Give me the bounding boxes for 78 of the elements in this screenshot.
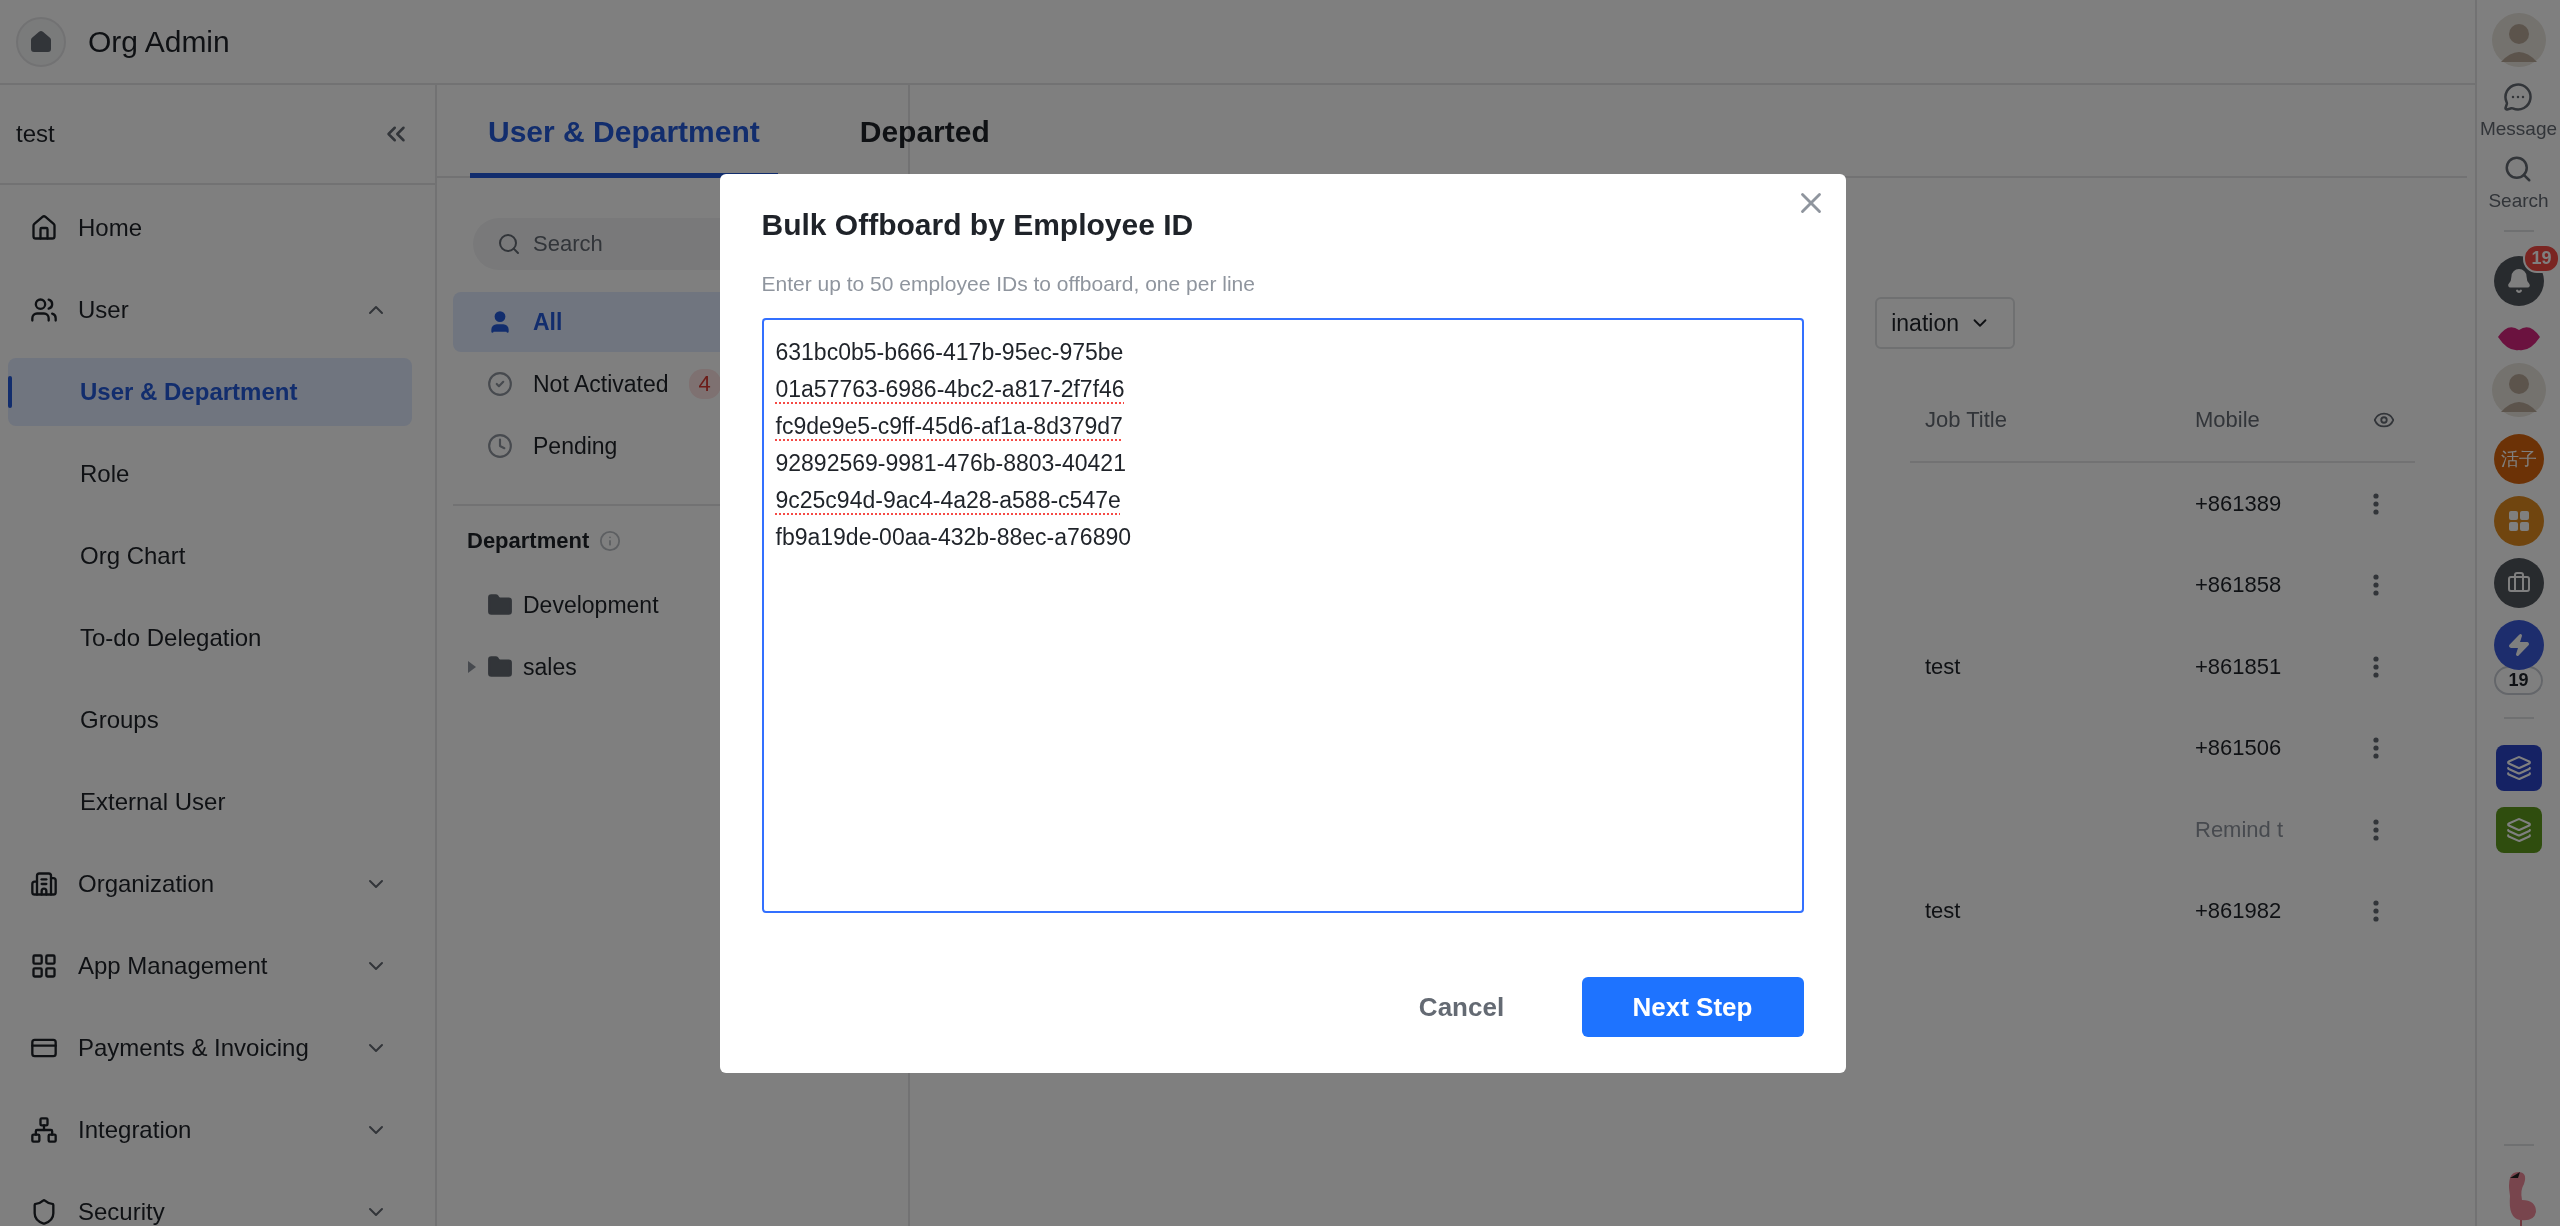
next-step-button[interactable]: Next Step xyxy=(1581,977,1804,1037)
blocks-app-button[interactable] xyxy=(2495,745,2542,791)
search-icon xyxy=(497,232,521,256)
filter-label: Pending xyxy=(533,432,618,460)
more-icon xyxy=(2373,655,2379,678)
more-icon xyxy=(2373,900,2379,923)
layers-icon xyxy=(2505,817,2532,843)
nav-item[interactable]: Home xyxy=(8,194,412,262)
blocks-app-button[interactable] xyxy=(2495,807,2542,853)
org-name: test xyxy=(16,120,55,148)
nav-item[interactable]: App Management xyxy=(8,932,412,1000)
more-icon xyxy=(2373,818,2379,841)
nav-item[interactable]: Payments & Invoicing xyxy=(8,1014,412,1082)
cancel-button[interactable]: Cancel xyxy=(1371,977,1552,1037)
avatar-icon[interactable] xyxy=(2490,362,2547,418)
nav-item[interactable]: Role xyxy=(8,440,412,508)
dock-label: Search xyxy=(2488,190,2549,212)
table-cell-text: +861982 xyxy=(2195,898,2283,925)
dock-label: Message xyxy=(2479,118,2558,140)
folder-icon xyxy=(487,654,513,680)
users-icon xyxy=(30,296,58,324)
table-cell-text: +861851 xyxy=(2195,653,2283,680)
folder-icon xyxy=(487,592,513,618)
nav-item[interactable]: Organization xyxy=(8,850,412,918)
table-cell-text: +861858 xyxy=(2195,572,2283,599)
grid-icon xyxy=(2506,509,2531,533)
workspace-button[interactable]: 活子 xyxy=(2493,434,2544,484)
more-icon xyxy=(2373,492,2379,515)
filter-label: Not Activated xyxy=(533,370,669,398)
notification-badge: 19 xyxy=(2523,244,2560,273)
clock-icon xyxy=(487,433,513,459)
nav-item[interactable]: User xyxy=(8,276,412,344)
column-header: Mobile xyxy=(2195,407,2261,433)
tree-label: sales xyxy=(523,653,577,681)
home-button[interactable] xyxy=(16,16,66,67)
chat-icon xyxy=(2503,82,2534,112)
building-icon xyxy=(30,870,58,898)
avatar-icon[interactable] xyxy=(2490,12,2547,68)
caret-icon[interactable] xyxy=(467,661,477,673)
nav-item[interactable]: Integration xyxy=(8,1096,412,1164)
remind-text: Remind t xyxy=(2195,816,2285,843)
dock-button[interactable]: Message xyxy=(2479,82,2558,140)
home-icon xyxy=(29,29,53,54)
nav-item[interactable]: Org Chart xyxy=(8,522,412,590)
app-title: Org Admin xyxy=(88,24,230,59)
tree-label: Development xyxy=(523,591,659,619)
employee-id-field[interactable]: 631bc0b5-b666-417b-95ec-975be 01a57763-6986-4bc2-a817-2f7f46 fc9de9e5-c9ff-45d6-af1a-8d379d7 92892569-9981-476b-8803-40421 9c25c94d-9ac4-4a28-a588-c547e fb9a19de-00aa-432b-88ec-a76890 xyxy=(761,318,1804,913)
nav-item[interactable]: Security xyxy=(8,1178,412,1226)
department-heading: Department xyxy=(467,528,590,554)
home-icon xyxy=(30,214,58,242)
nav-item[interactable]: External User xyxy=(8,768,412,836)
table-cell-text: test xyxy=(1925,653,1962,680)
briefcase-icon xyxy=(2506,571,2531,595)
nav-item[interactable]: To-do Delegation xyxy=(8,604,412,672)
more-icon xyxy=(2373,574,2379,597)
check-circle-icon xyxy=(487,371,513,397)
apps-button[interactable] xyxy=(2493,496,2544,546)
count-badge: 4 xyxy=(688,369,721,399)
bell-icon xyxy=(2505,268,2532,294)
bolt-icon xyxy=(2506,633,2531,657)
info-icon xyxy=(599,530,622,552)
table-cell-text: +861389 xyxy=(2195,490,2283,517)
filter-label: All xyxy=(533,308,563,336)
dock-button[interactable]: Search xyxy=(2488,154,2549,212)
layers-icon xyxy=(2505,755,2532,781)
briefcase-button[interactable] xyxy=(2493,558,2544,608)
table-cell-text: test xyxy=(1925,898,1962,925)
count-badge: 19 xyxy=(2494,666,2543,695)
bolt-button[interactable] xyxy=(2493,620,2544,670)
apps-icon xyxy=(30,952,58,980)
tab[interactable]: Departed xyxy=(841,85,1008,178)
nav-item[interactable]: Groups xyxy=(8,686,412,754)
filter-dropdown[interactable]: ination xyxy=(1875,297,2015,349)
more-icon xyxy=(2373,737,2379,760)
column-header: Job Title xyxy=(1925,407,2008,433)
network-icon xyxy=(30,1116,58,1144)
nav-item[interactable]: User & Department xyxy=(8,358,412,426)
table-cell-text: +861506 xyxy=(2195,735,2283,762)
